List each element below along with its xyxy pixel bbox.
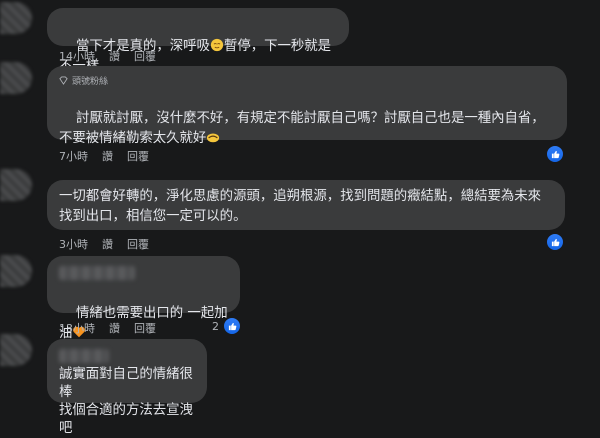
avatar[interactable] [0,334,32,366]
comment-text: 一切都會好轉的，淨化思慮的源頭，追朔根源，找到問題的癥結點，總結要為未來找到出口… [59,189,542,224]
reaction-badge[interactable]: 2 [212,316,242,336]
like-icon [222,316,242,336]
comment-meta: 13小時 讚 回覆 [59,320,156,336]
comment-bubble: 頭號粉絲 討厭就討厭，沒什麼不好，有規定不能討厭自己嗎？討厭自己也是一種內自省，… [47,66,567,146]
comment-bubble: 一切都會好轉的，淨化思慮的源頭，追朔根源，找到問題的癥結點，總結要為未來找到出口… [47,180,565,230]
like-icon [545,232,565,252]
avatar[interactable] [0,169,32,201]
avatar[interactable] [0,62,32,94]
author-name-redacted[interactable] [59,266,135,280]
top-fan-badge: 頭號粉絲 [59,73,555,87]
face-holding-back-tears-emoji [207,133,220,143]
like-button[interactable]: 讚 [102,148,113,164]
reaction-badge[interactable] [545,232,565,252]
comment-meta: 14小時 讚 回覆 [59,48,156,64]
comment-bubble: 誠實面對自己的情緒很棒 找個合適的方法去宣洩吧 [47,339,207,436]
reply-button[interactable]: 回覆 [127,148,149,164]
comment-time[interactable]: 13小時 [59,320,95,336]
comment-text: 誠實面對自己的情緒很棒 找個合適的方法去宣洩吧 [59,367,193,436]
reaction-badge[interactable] [545,144,565,164]
comment-time[interactable]: 3小時 [59,236,88,252]
avatar[interactable] [0,2,32,34]
diamond-icon [59,75,68,85]
avatar[interactable] [0,255,32,287]
comment-bubble: 情緒也需要出口的 一起加油 [47,256,240,341]
like-button[interactable]: 讚 [109,320,120,336]
reply-button[interactable]: 回覆 [134,320,156,336]
like-icon [545,144,565,164]
comment-meta: 3小時 讚 回覆 [59,236,149,252]
author-name-redacted[interactable] [59,349,109,363]
comment-text: 討厭就討厭，沒什麼不好，有規定不能討厭自己嗎？討厭自己也是一種內自省，不要被情緒… [59,111,545,146]
comment-time[interactable]: 14小時 [59,48,95,64]
like-button[interactable]: 讚 [102,236,113,252]
like-count: 2 [212,319,219,333]
relieved-face-emoji [210,38,224,52]
like-button[interactable]: 讚 [109,48,120,64]
top-fan-label: 頭號粉絲 [72,76,109,87]
comment-time[interactable]: 7小時 [59,148,88,164]
reply-button[interactable]: 回覆 [127,236,149,252]
comment-bubble: 當下才是真的，深呼吸暫停，下一秒就是不一樣 [47,8,349,74]
reply-button[interactable]: 回覆 [134,48,156,64]
comment-meta: 7小時 讚 回覆 [59,148,149,164]
